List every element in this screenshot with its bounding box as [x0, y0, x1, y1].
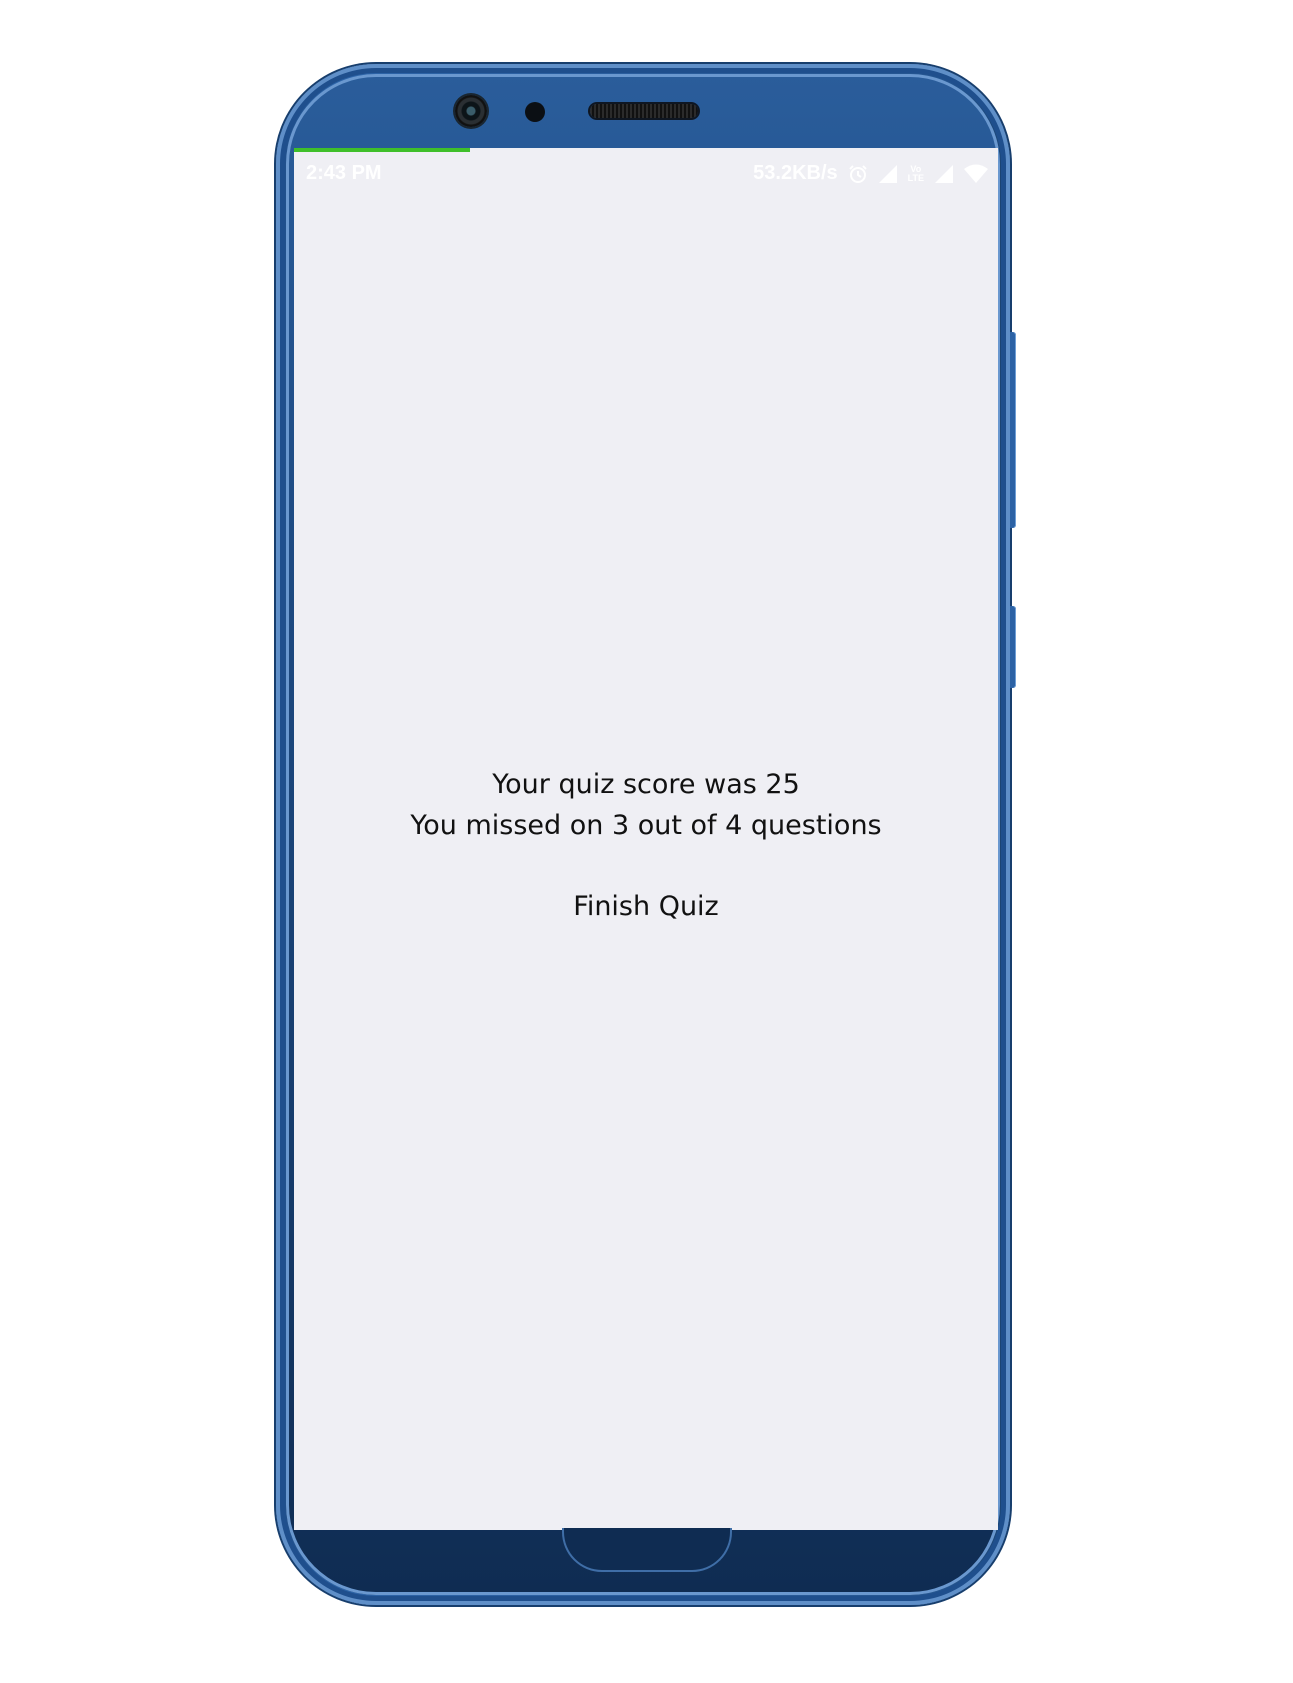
stage: 2:43 PM 53.2KB/s Vo LTE Your quiz score …: [0, 0, 1293, 1683]
home-button[interactable]: [562, 1528, 732, 1572]
power-button: [1010, 606, 1016, 688]
status-bar: 2:43 PM 53.2KB/s Vo LTE: [294, 152, 998, 194]
screen: 2:43 PM 53.2KB/s Vo LTE Your quiz score …: [294, 148, 998, 1530]
quiz-result: Your quiz score was 25 You missed on 3 o…: [294, 764, 998, 927]
score-text: Your quiz score was 25: [492, 769, 800, 800]
missed-text: You missed on 3 out of 4 questions: [410, 810, 882, 841]
earpiece-speaker: [590, 104, 698, 118]
signal-icon: [934, 164, 954, 184]
proximity-sensor: [525, 102, 545, 122]
volte-bottom-label: LTE: [907, 172, 924, 183]
status-icons: 53.2KB/s Vo LTE: [753, 162, 988, 185]
network-speed: 53.2KB/s: [753, 162, 838, 184]
wifi-icon: [964, 164, 988, 184]
volume-button: [1010, 332, 1016, 528]
volte-icon: Vo LTE: [907, 164, 924, 183]
status-time: 2:43 PM: [306, 162, 382, 184]
alarm-icon: [848, 164, 868, 184]
finish-quiz-button[interactable]: Finish Quiz: [573, 891, 718, 922]
front-camera: [455, 95, 487, 127]
signal-icon: [878, 164, 898, 184]
